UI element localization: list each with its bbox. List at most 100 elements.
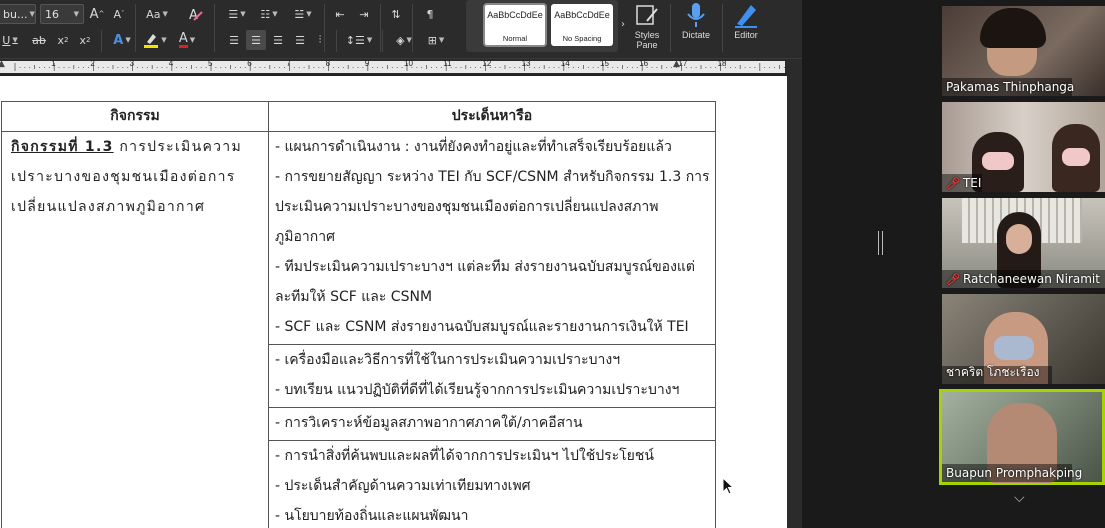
ruler-number: 4	[168, 59, 174, 68]
underline-button[interactable]: U ▼	[0, 30, 20, 50]
styles-pane-label: Styles Pane	[634, 30, 660, 50]
document-area[interactable]: กิจกรรม ประเด็นหารือ กิจกรรมที่ 1.3 การป…	[0, 74, 802, 528]
multilevel-list-icon: ☱	[294, 7, 305, 21]
ruler-number: 11	[443, 59, 452, 68]
bullets-button[interactable]: ☰ ▼	[223, 4, 251, 24]
participant-tile[interactable]: 🎤︎ TEI	[942, 102, 1105, 192]
highlight-button[interactable]: ▼	[141, 30, 169, 50]
grow-font-button[interactable]: A ^	[88, 4, 106, 24]
participant-name: ชาคริต โภชะเรือง	[946, 365, 1040, 379]
sort-button[interactable]: ⇅	[386, 4, 406, 24]
chevron-down-icon: ▼	[306, 10, 312, 18]
indent-marker-icon[interactable]: ▲	[0, 59, 5, 69]
font-color-button[interactable]: A ▼	[173, 30, 201, 50]
issues-cell[interactable]: - การนำสิ่งที่ค้นพบและผลที่ได้จากการประเ…	[268, 440, 716, 528]
justify-button[interactable]: ☰	[290, 30, 310, 50]
superscript-button[interactable]: x2	[76, 30, 94, 50]
shading-button[interactable]: ◈ ▼	[390, 30, 418, 50]
right-indent-marker-icon[interactable]: ▲	[673, 59, 680, 69]
styles-gallery-next-button[interactable]: ›	[618, 14, 628, 34]
divider	[380, 4, 381, 52]
chevron-right-icon: ›	[621, 18, 625, 30]
table-row: กิจกรรมที่ 1.3 การประเมินความ เปราะบางขอ…	[1, 131, 716, 528]
align-left-button[interactable]: ☰	[224, 30, 244, 50]
style-sample: AaBbCcDdEe	[487, 10, 543, 20]
underline-label: U	[2, 33, 11, 47]
svg-text:A: A	[189, 8, 198, 22]
participant-tile[interactable]: Pakamas Thinphanga	[942, 6, 1105, 96]
change-case-button[interactable]: Aa ▼	[142, 4, 172, 24]
divider	[336, 30, 337, 52]
show-marks-button[interactable]: ¶	[420, 4, 440, 24]
subscript-marker: 2	[64, 36, 69, 44]
text-effects-button[interactable]: A ▼	[108, 30, 136, 50]
chevron-down-icon: ▼	[240, 10, 246, 18]
align-center-button[interactable]: ☰	[246, 30, 266, 50]
font-color-label: A	[178, 31, 188, 48]
ruler-number: 6	[247, 59, 252, 68]
styles-pane-button[interactable]: Styles Pane	[630, 2, 664, 50]
issues-cell[interactable]: - แผนการดำเนินงาน : งานที่ยังคงทำอยู่และ…	[268, 131, 716, 345]
issues-cell[interactable]: - การวิเคราะห์ข้อมูลสภาพอากาศภาคใต้/ภาคอ…	[268, 407, 716, 441]
chevron-down-icon[interactable]: ⌵	[1014, 490, 1025, 506]
issue-line: - การวิเคราะห์ข้อมูลสภาพอากาศภาคใต้/ภาคอ…	[275, 415, 583, 431]
ribbon: bu... ▼ 16 ▼ A ^ Aˇ Aa ▼ A ☰ ▼ ☷ ▼ ☱ ▼ ⇤ ⇥ ⇅ ¶ …	[0, 0, 802, 58]
ruler-number: 12	[482, 59, 492, 68]
horizontal-ruler[interactable]: 1 2 3 4 5 6 7 8 9 10 11 12 13 14 15 16 17 18 ▲ ▲	[0, 58, 802, 74]
strikethrough-button[interactable]: ab	[28, 30, 50, 50]
dictate-button[interactable]: Dictate	[676, 2, 716, 40]
vertical-scrollbar[interactable]	[787, 74, 802, 528]
font-size-dropdown[interactable]: 16 ▼	[40, 4, 84, 24]
ruler-number: 13	[521, 59, 531, 68]
microphone-icon	[683, 2, 709, 28]
participant-tile[interactable]: 🎤︎ Ratchaneewan Niramit	[942, 198, 1105, 288]
borders-button[interactable]: ⊞ ▼	[422, 30, 450, 50]
chevron-down-icon: ▼	[161, 36, 167, 44]
ruler-number: 1	[51, 59, 56, 68]
text-effects-label: A	[113, 32, 124, 48]
activity-text: เปลี่ยนแปลงสภาพภูมิอากาศ	[11, 199, 206, 215]
shrink-font-button[interactable]: Aˇ	[110, 4, 128, 24]
styles-pane-icon	[634, 2, 660, 28]
document-page[interactable]: กิจกรรม ประเด็นหารือ กิจกรรมที่ 1.3 การป…	[0, 76, 787, 528]
participant-tile-active-speaker[interactable]: Buapun Promphakping	[939, 389, 1105, 485]
ruler-number: 10	[404, 59, 413, 68]
chevron-down-icon: ▼	[406, 36, 412, 44]
editor-button[interactable]: Editor	[728, 2, 764, 40]
clear-formatting-button[interactable]: A	[186, 4, 206, 24]
activity-line: กิจกรรมที่ 1.3 การประเมินความ	[8, 132, 262, 162]
numbering-button[interactable]: ☷ ▼	[255, 4, 283, 24]
decrease-indent-button[interactable]: ⇤	[330, 4, 350, 24]
style-no-spacing[interactable]: AaBbCcDdEe No Spacing	[551, 4, 613, 46]
font-name-dropdown[interactable]: bu... ▼	[0, 4, 36, 24]
activity-cell[interactable]: กิจกรรมที่ 1.3 การประเมินความ เปราะบางขอ…	[1, 131, 269, 528]
header-activity: กิจกรรม	[1, 101, 269, 132]
style-normal[interactable]: AaBbCcDdEe Normal	[483, 3, 547, 47]
highlighter-icon	[144, 34, 159, 48]
table-header-row: กิจกรรม ประเด็นหารือ	[1, 101, 716, 132]
chevron-down-icon: ▼	[12, 36, 18, 44]
ruler-number: 14	[560, 59, 570, 68]
caret-up-icon: ^	[98, 10, 105, 18]
align-left-icon: ☰	[229, 33, 239, 47]
distributed-button[interactable]: ⫶	[312, 30, 328, 50]
ruler-ticks	[14, 63, 785, 71]
increase-indent-button[interactable]: ⇥	[354, 4, 374, 24]
issue-line: - แผนการดำเนินงาน : งานที่ยังคงทำอยู่และ…	[275, 139, 672, 155]
multilevel-list-button[interactable]: ☱ ▼	[288, 4, 318, 24]
panel-resize-handle[interactable]	[878, 231, 883, 255]
decrease-indent-icon: ⇤	[335, 7, 345, 21]
divider	[670, 4, 671, 52]
participant-tile[interactable]: ชาคริต โภชะเรือง	[942, 294, 1105, 384]
issue-line: - ทีมประเมินความเปราะบางฯ แต่ละทีม ส่งรา…	[275, 259, 696, 275]
ruler-number: 9	[364, 59, 370, 68]
issues-cell[interactable]: - เครื่องมือและวิธีการที่ใช้ในการประเมิน…	[268, 344, 716, 408]
participant-mask	[1062, 148, 1090, 166]
participant-name-line: 🎤︎ Ratchaneewan Niramit	[946, 272, 1100, 286]
line-spacing-button[interactable]: ↕☰ ▼	[344, 30, 374, 50]
subscript-button[interactable]: x2	[54, 30, 72, 50]
align-right-button[interactable]: ☰	[268, 30, 288, 50]
activity-title: กิจกรรมที่ 1.3	[11, 139, 114, 155]
ruler-number: 8	[325, 59, 331, 68]
ruler-number: 2	[90, 59, 95, 68]
